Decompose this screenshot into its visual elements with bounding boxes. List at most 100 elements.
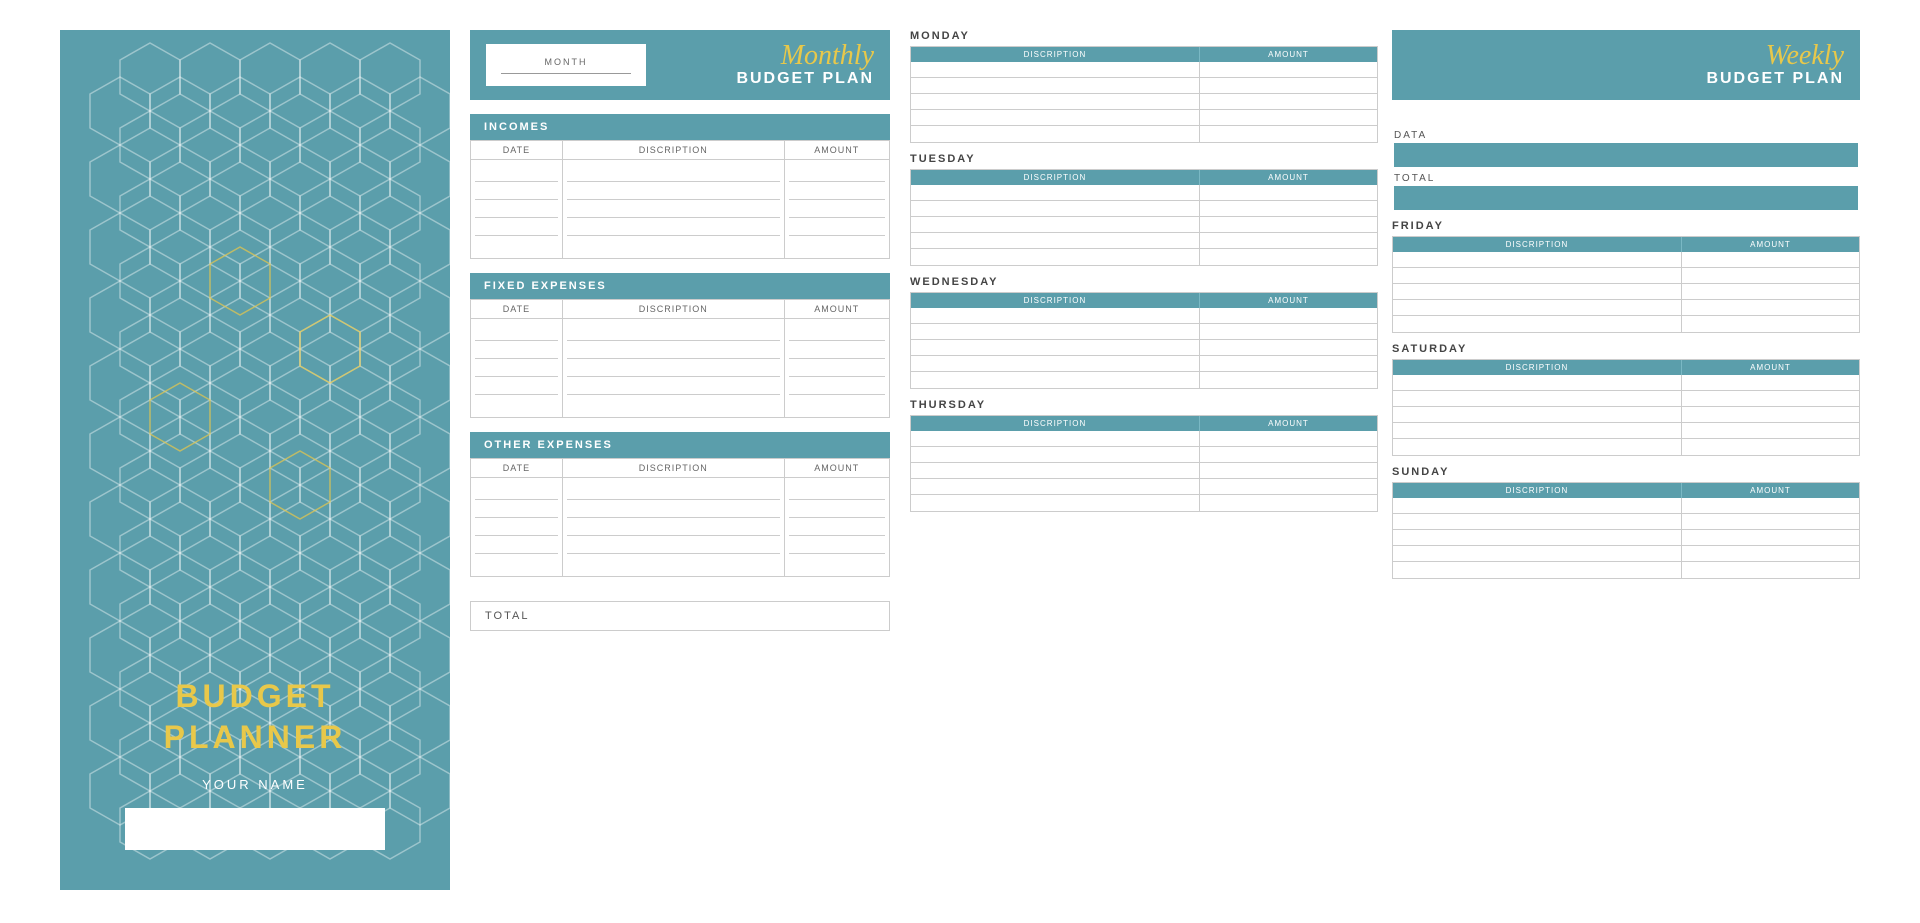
list-item[interactable] [911,340,1199,356]
table-row[interactable] [789,323,886,341]
table-row[interactable] [475,218,558,236]
table-row[interactable] [475,482,558,500]
list-item[interactable] [911,463,1199,479]
list-item[interactable] [1682,514,1859,530]
list-item[interactable] [911,62,1199,78]
list-item[interactable] [911,217,1199,233]
list-item[interactable] [1200,78,1377,94]
list-item[interactable] [911,479,1199,495]
table-row[interactable] [789,218,886,236]
table-row[interactable] [567,236,780,254]
table-row[interactable] [475,395,558,413]
table-row[interactable] [789,377,886,395]
table-row[interactable] [567,554,780,572]
list-item[interactable] [1682,391,1859,407]
table-row[interactable] [567,359,780,377]
list-item[interactable] [911,201,1199,217]
table-row[interactable] [475,554,558,572]
list-item[interactable] [1200,324,1377,340]
table-row[interactable] [789,200,886,218]
table-row[interactable] [567,377,780,395]
list-item[interactable] [1200,233,1377,249]
list-item[interactable] [911,356,1199,372]
list-item[interactable] [1682,316,1859,332]
list-item[interactable] [1682,407,1859,423]
list-item[interactable] [911,126,1199,142]
table-row[interactable] [475,536,558,554]
list-item[interactable] [1682,268,1859,284]
table-row[interactable] [567,482,780,500]
list-item[interactable] [1200,479,1377,495]
list-item[interactable] [1682,300,1859,316]
list-item[interactable] [1393,514,1681,530]
table-row[interactable] [567,518,780,536]
list-item[interactable] [1393,423,1681,439]
table-row[interactable] [475,518,558,536]
list-item[interactable] [911,495,1199,511]
list-item[interactable] [1393,284,1681,300]
list-item[interactable] [911,233,1199,249]
list-item[interactable] [1393,530,1681,546]
list-item[interactable] [911,249,1199,265]
table-row[interactable] [475,359,558,377]
list-item[interactable] [1200,463,1377,479]
list-item[interactable] [1682,498,1859,514]
list-item[interactable] [911,110,1199,126]
table-row[interactable] [789,518,886,536]
table-row[interactable] [789,536,886,554]
table-row[interactable] [567,500,780,518]
table-row[interactable] [567,341,780,359]
list-item[interactable] [1393,562,1681,578]
list-item[interactable] [1682,375,1859,391]
table-row[interactable] [567,200,780,218]
table-row[interactable] [789,182,886,200]
list-item[interactable] [1393,252,1681,268]
list-item[interactable] [1393,391,1681,407]
list-item[interactable] [1393,439,1681,455]
table-row[interactable] [475,236,558,254]
list-item[interactable] [911,185,1199,201]
table-row[interactable] [475,323,558,341]
list-item[interactable] [1393,546,1681,562]
table-row[interactable] [567,395,780,413]
table-row[interactable] [475,377,558,395]
table-row[interactable] [567,218,780,236]
list-item[interactable] [1200,308,1377,324]
table-row[interactable] [567,164,780,182]
list-item[interactable] [1682,284,1859,300]
table-row[interactable] [475,164,558,182]
list-item[interactable] [911,447,1199,463]
list-item[interactable] [1682,562,1859,578]
list-item[interactable] [1200,201,1377,217]
table-row[interactable] [567,182,780,200]
list-item[interactable] [911,324,1199,340]
list-item[interactable] [911,78,1199,94]
table-row[interactable] [789,395,886,413]
month-box[interactable]: MONTH [486,44,646,86]
list-item[interactable] [1200,185,1377,201]
table-row[interactable] [475,500,558,518]
table-row[interactable] [789,236,886,254]
list-item[interactable] [1393,498,1681,514]
list-item[interactable] [1393,316,1681,332]
table-row[interactable] [475,182,558,200]
list-item[interactable] [1200,447,1377,463]
table-row[interactable] [475,341,558,359]
table-row[interactable] [789,164,886,182]
list-item[interactable] [911,308,1199,324]
list-item[interactable] [1200,217,1377,233]
table-row[interactable] [567,536,780,554]
table-row[interactable] [789,554,886,572]
table-row[interactable] [567,323,780,341]
list-item[interactable] [1200,372,1377,388]
table-row[interactable] [789,500,886,518]
table-row[interactable] [789,341,886,359]
list-item[interactable] [1393,407,1681,423]
list-item[interactable] [1200,94,1377,110]
table-row[interactable] [789,482,886,500]
list-item[interactable] [1682,530,1859,546]
list-item[interactable] [1200,495,1377,511]
list-item[interactable] [1682,439,1859,455]
list-item[interactable] [911,372,1199,388]
list-item[interactable] [1200,249,1377,265]
